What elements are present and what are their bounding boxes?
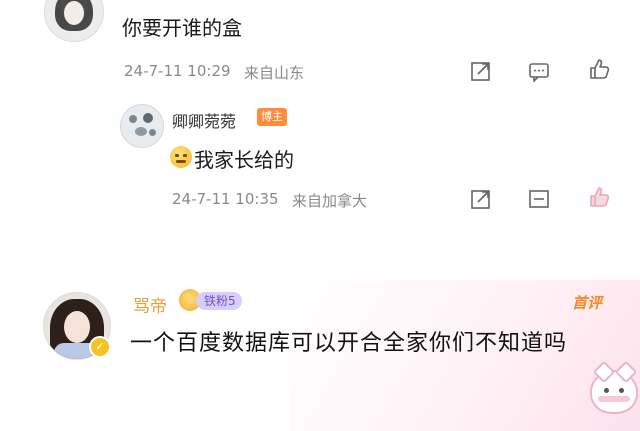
comment-text: 一个百度数据库可以开合全家你们不知道吗 <box>130 331 568 356</box>
avatar-pattern <box>129 115 137 123</box>
author-badge: 博主 <box>257 108 287 126</box>
fan-level-badge: 铁粉5 <box>196 292 242 310</box>
avatar-face <box>64 1 84 25</box>
avatar[interactable] <box>120 104 164 148</box>
reply-text: 我家长给的 <box>194 148 294 172</box>
cat-cheek <box>598 396 630 402</box>
emoji-mouth <box>176 160 186 163</box>
cat-eye <box>604 388 609 393</box>
avatar[interactable] <box>44 0 104 42</box>
thumbs-up-icon[interactable] <box>588 186 610 208</box>
reply-location: 来自加拿大 <box>292 192 368 210</box>
avatar-pattern <box>149 129 156 136</box>
thumbs-up-icon[interactable] <box>588 58 610 80</box>
first-comment-tag: 首评 <box>572 294 603 312</box>
avatar-face <box>64 311 90 343</box>
comment-icon[interactable] <box>528 188 550 210</box>
verified-badge-icon: ✓ <box>89 336 111 358</box>
comment-username[interactable]: 骂帝 <box>133 292 167 317</box>
sad-face-emoji-icon <box>170 146 192 168</box>
share-icon[interactable] <box>470 188 492 210</box>
comment-location: 来自山东 <box>244 64 305 82</box>
comment-icon[interactable] <box>528 60 550 82</box>
avatar-pattern <box>135 127 147 136</box>
emoji-eye <box>175 154 179 157</box>
reply-timestamp: 24-7-11 10:35 <box>172 190 279 208</box>
comment-timestamp: 24-7-11 10:29 <box>124 62 231 80</box>
emoji-eye <box>183 154 187 157</box>
avatar-pattern <box>143 113 153 123</box>
comment-text: 你要开谁的盒 <box>122 16 242 40</box>
cat-eye <box>619 388 624 393</box>
reply-username[interactable]: 卿卿菀菀 <box>172 108 236 132</box>
cartoon-cat-sticker-icon <box>590 360 638 414</box>
share-icon[interactable] <box>470 60 492 82</box>
